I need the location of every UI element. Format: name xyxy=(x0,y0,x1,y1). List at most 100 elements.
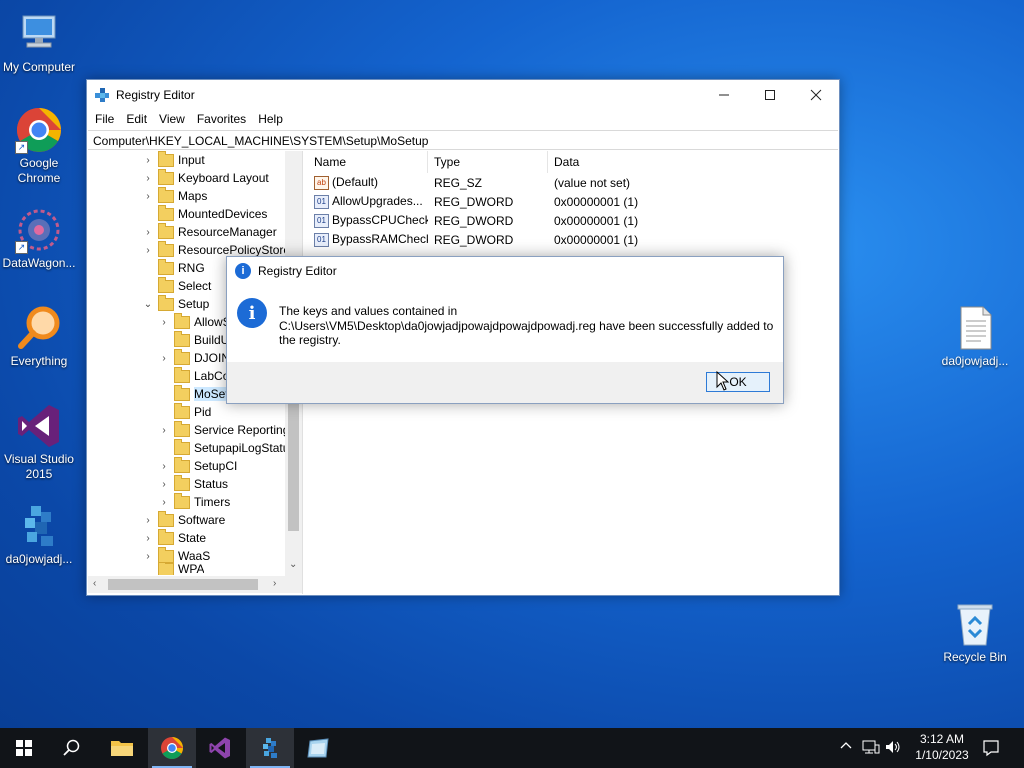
column-header-name[interactable]: Name xyxy=(308,151,428,173)
chevron-down-icon[interactable]: ⌄ xyxy=(143,299,153,310)
chevron-right-icon[interactable]: › xyxy=(143,173,153,184)
menu-favorites[interactable]: Favorites xyxy=(191,112,252,126)
desktop-icon-datawagon[interactable]: ↗ DataWagon... xyxy=(0,206,78,271)
tree-item-software[interactable]: › Software xyxy=(143,510,225,529)
tree-item-wpa[interactable]: WPA xyxy=(143,563,204,575)
tree-item-input[interactable]: › Input xyxy=(143,151,205,169)
info-icon: i xyxy=(237,298,267,328)
dialog-titlebar[interactable]: i Registry Editor xyxy=(227,257,783,285)
chevron-right-icon[interactable]: › xyxy=(159,479,169,490)
maximize-icon xyxy=(765,89,775,100)
desktop-icon-recycle-bin[interactable]: Recycle Bin xyxy=(936,600,1014,665)
menu-edit[interactable]: Edit xyxy=(120,112,153,126)
chevron-right-icon[interactable]: › xyxy=(143,245,153,256)
window-titlebar[interactable]: Registry Editor xyxy=(87,80,839,109)
folder-icon xyxy=(174,348,190,365)
datawagon-icon: ↗ xyxy=(15,206,63,254)
tree-item-allows[interactable]: › AllowS xyxy=(159,312,231,331)
minimize-button[interactable] xyxy=(701,80,747,109)
scrollbar-thumb[interactable] xyxy=(108,579,258,590)
tree-item-setupci[interactable]: › SetupCI xyxy=(159,456,237,475)
desktop-icon-text-file[interactable]: da0jowjadj... xyxy=(936,304,1014,369)
tree-item-mosetup[interactable]: MoSet xyxy=(159,384,229,403)
chrome-icon: ↗ xyxy=(15,106,63,154)
clock-time: 3:12 AM xyxy=(919,732,965,746)
shortcut-arrow-icon: ↗ xyxy=(15,141,28,154)
chevron-right-icon[interactable]: › xyxy=(159,425,169,436)
taskbar-chrome[interactable] xyxy=(148,728,196,768)
computer-icon xyxy=(15,10,63,58)
search-button[interactable] xyxy=(48,728,96,768)
string-value-icon: ab xyxy=(314,175,329,190)
chevron-right-icon[interactable]: › xyxy=(143,515,153,526)
chevron-right-icon[interactable]: › xyxy=(143,155,153,166)
value-row[interactable]: 01 AllowUpgrades... REG_DWORD 0x00000001 … xyxy=(308,192,838,211)
tree-item-setupapilogstatus[interactable]: SetupapiLogStatu xyxy=(159,438,289,457)
chevron-right-icon[interactable]: › xyxy=(159,353,169,364)
chevron-right-icon[interactable]: › xyxy=(143,227,153,238)
menu-help[interactable]: Help xyxy=(252,112,289,126)
network-icon[interactable] xyxy=(862,739,880,758)
desktop-icon-label: DataWagon... xyxy=(2,256,76,270)
folder-icon xyxy=(158,186,174,203)
maximize-button[interactable] xyxy=(747,80,793,109)
folder-icon xyxy=(174,384,190,401)
tree-item-state[interactable]: › State xyxy=(143,528,206,547)
tree-item-keyboard-layout[interactable]: › Keyboard Layout xyxy=(143,168,269,187)
chevron-right-icon[interactable]: › xyxy=(159,461,169,472)
desktop-icon-my-computer[interactable]: My Computer xyxy=(0,10,78,75)
chevron-right-icon[interactable]: › xyxy=(143,533,153,544)
tree-item-status[interactable]: › Status xyxy=(159,474,228,493)
desktop-icon-reg-file[interactable]: da0jowjadj... xyxy=(0,502,78,567)
volume-icon[interactable] xyxy=(884,739,902,758)
tree-item-maps[interactable]: › Maps xyxy=(143,186,207,205)
clock[interactable]: 3:12 AM 1/10/2023 xyxy=(911,731,973,763)
tree-item-buildu[interactable]: BuildU xyxy=(159,330,229,349)
taskbar-visual-studio[interactable] xyxy=(196,728,244,768)
scroll-down-icon[interactable]: ⌄ xyxy=(289,559,297,570)
chevron-right-icon[interactable]: › xyxy=(143,191,153,202)
taskbar-file-explorer[interactable] xyxy=(98,728,146,768)
desktop-icon-everything[interactable]: Everything xyxy=(0,304,78,369)
address-bar[interactable]: Computer\HKEY_LOCAL_MACHINE\SYSTEM\Setup… xyxy=(88,130,838,150)
chevron-up-icon[interactable] xyxy=(840,740,852,755)
visual-studio-icon xyxy=(209,737,230,759)
tree-item-labco[interactable]: LabCo xyxy=(159,366,229,385)
binary-value-icon: 01 xyxy=(314,194,329,209)
chevron-right-icon[interactable]: › xyxy=(159,317,169,328)
tree-item-djoin[interactable]: › DJOIN xyxy=(159,348,230,367)
column-header-type[interactable]: Type xyxy=(428,151,548,173)
menu-view[interactable]: View xyxy=(153,112,191,126)
tree-item-pid[interactable]: Pid xyxy=(159,402,211,421)
scrollbar-thumb[interactable] xyxy=(288,401,299,531)
taskbar-app[interactable] xyxy=(294,728,342,768)
tree-item-rng[interactable]: RNG xyxy=(143,258,205,277)
notifications-icon[interactable] xyxy=(982,739,1000,760)
value-row[interactable]: 01 BypassCPUCheck REG_DWORD 0x00000001 (1… xyxy=(308,211,838,230)
tree-item-select[interactable]: Select xyxy=(143,276,211,295)
menu-file[interactable]: File xyxy=(89,112,120,126)
scroll-right-icon[interactable]: › xyxy=(273,578,276,589)
taskbar-registry-editor[interactable] xyxy=(246,728,294,768)
chrome-icon xyxy=(161,737,183,759)
tree-item-timers[interactable]: › Timers xyxy=(159,492,230,511)
tree-item-setup[interactable]: ⌄ Setup xyxy=(143,294,209,313)
value-row[interactable]: 01 BypassRAMCheck REG_DWORD 0x00000001 (1… xyxy=(308,230,838,249)
tree-item-resourcemanager[interactable]: › ResourceManager xyxy=(143,222,277,241)
tree-item-service-reporting[interactable]: › Service Reporting xyxy=(159,420,289,439)
column-header-data[interactable]: Data xyxy=(548,151,838,173)
close-button[interactable] xyxy=(793,80,839,109)
binary-value-icon: 01 xyxy=(314,232,329,247)
import-result-dialog[interactable]: i Registry Editor i The keys and values … xyxy=(226,256,784,404)
chevron-right-icon[interactable]: › xyxy=(159,497,169,508)
chevron-right-icon[interactable]: › xyxy=(143,551,153,562)
desktop-icon-visual-studio[interactable]: Visual Studio 2015 xyxy=(0,402,78,482)
value-row[interactable]: ab (Default) REG_SZ (value not set) xyxy=(308,173,838,192)
tree-item-mounteddevices[interactable]: MountedDevices xyxy=(143,204,267,223)
desktop-icon-google-chrome[interactable]: ↗ Google Chrome xyxy=(0,106,78,186)
scroll-left-icon[interactable]: ‹ xyxy=(93,578,96,589)
binary-value-icon: 01 xyxy=(314,213,329,228)
recycle-bin-icon xyxy=(951,600,999,648)
tree-horizontal-scrollbar[interactable]: ‹ › xyxy=(88,576,302,593)
start-button[interactable] xyxy=(0,728,48,768)
